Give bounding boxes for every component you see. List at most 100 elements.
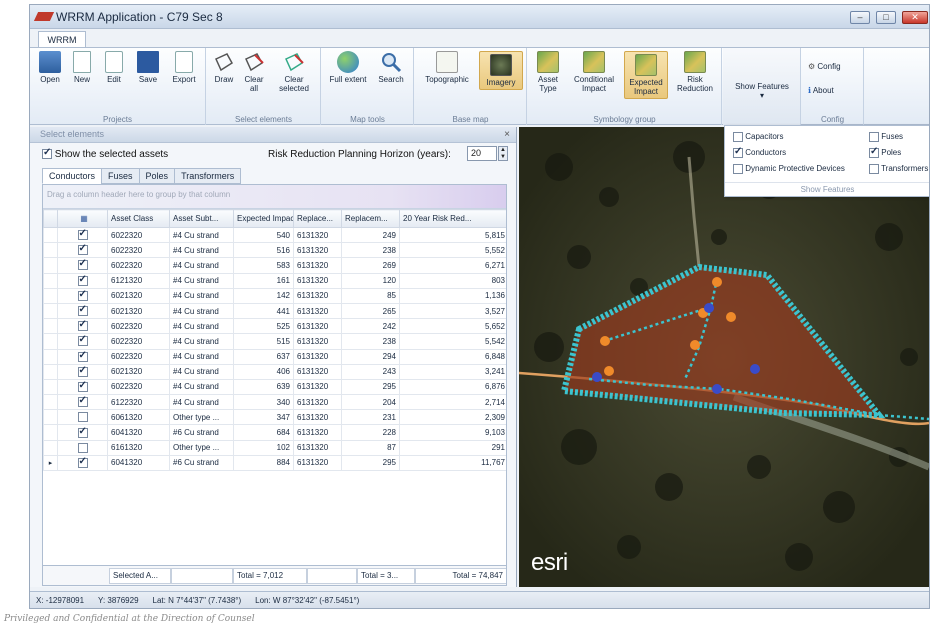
asset-type-button[interactable]: Asset Type [532, 51, 564, 93]
row-checkbox[interactable] [57, 242, 108, 259]
table-row[interactable]: 6022320#4 Cu strand63761313202946,848 [43, 348, 506, 365]
cell-risk-reduction: 5,815 [399, 226, 506, 244]
row-checkbox[interactable] [57, 439, 108, 456]
cell-risk-reduction: 6,271 [399, 257, 506, 274]
risk-reduction-button[interactable]: Risk Reduction [672, 51, 718, 93]
row-checkbox[interactable] [57, 333, 108, 350]
table-row[interactable]: 6022320#4 Cu strand58361313202696,271 [43, 257, 506, 274]
cell-asset-class: 6022320 [107, 378, 170, 396]
col-asset-subtype[interactable]: Asset Subt... [169, 209, 234, 228]
config-button[interactable]: ⚙ Config [808, 62, 860, 71]
row-checkbox[interactable] [57, 454, 108, 472]
pole-marker[interactable] [704, 303, 714, 313]
checkbox-icon [77, 289, 88, 301]
table-row[interactable]: 6022320#4 Cu strand54061313202495,815 [43, 226, 506, 244]
tab-fuses[interactable]: Fuses [101, 168, 140, 184]
expected-impact-button[interactable]: Expected Impact [624, 51, 668, 99]
feature-transformers[interactable]: Transformers [869, 164, 928, 174]
horizon-spinner[interactable]: ▲ ▼ [498, 146, 508, 161]
table-row[interactable]: 6022320#4 Cu strand63961313202956,876 [43, 378, 506, 396]
cell-replace: 6131320 [293, 424, 342, 441]
col-replacement[interactable]: Replacem... [341, 209, 400, 228]
cell-replacement: 228 [341, 424, 400, 441]
search-button[interactable]: Search [374, 51, 408, 84]
feature-conductors[interactable]: Conductors [733, 146, 786, 158]
about-button[interactable]: ℹ About [808, 86, 860, 95]
edit-button[interactable]: Edit [100, 51, 128, 84]
tab-conductors[interactable]: Conductors [42, 168, 103, 184]
tab-poles[interactable]: Poles [138, 168, 176, 184]
feature-dynamic-protective-devices[interactable]: Dynamic Protective Devices [733, 164, 845, 174]
clear-all-button[interactable]: Clear all [241, 51, 267, 93]
feature-capacitors[interactable]: Capacitors [733, 132, 783, 142]
ribbon-tab-wrrm[interactable]: WRRM [38, 31, 86, 48]
draw-button[interactable]: Draw [211, 51, 237, 84]
pole-marker[interactable] [600, 336, 610, 346]
table-row[interactable]: 6041320#6 Cu strand68461313202289,103 [43, 424, 506, 441]
row-checkbox[interactable] [57, 272, 108, 289]
table-row[interactable]: 6022320#4 Cu strand51561313202385,542 [43, 333, 506, 350]
table-row[interactable]: 6122320#4 Cu strand34061313202042,714 [43, 394, 506, 411]
minimize-button[interactable]: – [850, 11, 870, 24]
feature-label: Dynamic Protective Devices [745, 164, 845, 174]
imagery-button[interactable]: Imagery [479, 51, 523, 90]
row-checkbox[interactable] [57, 409, 108, 426]
row-checkbox[interactable] [57, 318, 108, 335]
row-checkbox[interactable] [57, 287, 108, 304]
pole-marker[interactable] [592, 372, 602, 382]
spin-down-icon[interactable]: ▼ [499, 154, 507, 161]
pole-marker[interactable] [712, 384, 722, 394]
pole-marker[interactable] [690, 340, 700, 350]
row-checkbox[interactable] [57, 348, 108, 365]
asset-table: ▦ Asset Class Asset Subt... Expected Imp… [43, 209, 506, 472]
row-checkbox[interactable] [57, 257, 108, 274]
pole-marker[interactable] [726, 312, 736, 322]
panel-close-icon[interactable]: × [504, 127, 510, 142]
row-checkbox[interactable] [57, 424, 108, 441]
tab-transformers[interactable]: Transformers [174, 168, 242, 184]
show-features-dropdown[interactable]: Show Features ▾ [727, 82, 797, 100]
clear-selected-button[interactable]: Clear selected [271, 51, 317, 93]
clear-all-label: Clear all [244, 75, 264, 93]
close-button[interactable]: ✕ [902, 11, 928, 24]
row-checkbox[interactable] [57, 226, 108, 244]
table-row[interactable]: 6021320#4 Cu strand44161313202653,527 [43, 302, 506, 320]
col-asset-class[interactable]: Asset Class [107, 209, 170, 228]
pole-marker[interactable] [750, 364, 760, 374]
pole-marker[interactable] [712, 277, 722, 287]
save-button[interactable]: Save [134, 51, 162, 84]
panel-title: Select elements [40, 129, 105, 139]
table-row[interactable]: 6022320#4 Cu strand51661313202385,552 [43, 242, 506, 259]
open-button[interactable]: Open [36, 51, 64, 84]
col-replace[interactable]: Replace... [293, 209, 342, 228]
topographic-button[interactable]: Topographic [419, 51, 475, 84]
select-all-header[interactable]: ▦ [57, 209, 108, 228]
pole-marker[interactable] [604, 366, 614, 376]
table-row[interactable]: ▸ 6041320#6 Cu strand884613132029511,767 [43, 454, 506, 472]
table-row[interactable]: 6061320 Other type ... 347 6131320 231 2,309 [43, 409, 506, 426]
new-button[interactable]: New [68, 51, 96, 84]
group-by-hint: Drag a column header here to group by th… [43, 185, 506, 209]
table-row[interactable]: 6121320#4 Cu strand1616131320120803 [43, 272, 506, 289]
table-row[interactable]: 6021320#4 Cu strand40661313202433,241 [43, 363, 506, 380]
table-row[interactable]: 6022320#4 Cu strand52561313202425,652 [43, 318, 506, 335]
full-extent-button[interactable]: Full extent [326, 51, 370, 84]
feature-fuses[interactable]: Fuses [869, 132, 903, 142]
table-row[interactable]: 6021320#4 Cu strand1426131320851,136 [43, 287, 506, 304]
conditional-impact-button[interactable]: Conditional Impact [568, 51, 620, 93]
row-checkbox[interactable] [57, 363, 108, 380]
spin-up-icon[interactable]: ▲ [499, 147, 507, 154]
export-button[interactable]: Export [168, 51, 200, 84]
row-indicator-header [43, 209, 58, 228]
checkbox-icon [733, 146, 743, 158]
row-checkbox[interactable] [57, 378, 108, 396]
horizon-years-input[interactable]: 20 [467, 146, 497, 161]
maximize-button[interactable]: □ [876, 11, 896, 24]
row-checkbox[interactable] [57, 394, 108, 411]
col-risk-reduction[interactable]: 20 Year Risk Red... [399, 209, 506, 228]
feature-poles[interactable]: Poles [869, 146, 901, 158]
col-expected-impact[interactable]: Expected Impact [233, 209, 294, 228]
show-selected-assets-checkbox[interactable]: Show the selected assets [42, 147, 168, 160]
row-checkbox[interactable] [57, 302, 108, 320]
table-row[interactable]: 6161320 Other type ... 102 6131320 87 291 [43, 439, 506, 456]
